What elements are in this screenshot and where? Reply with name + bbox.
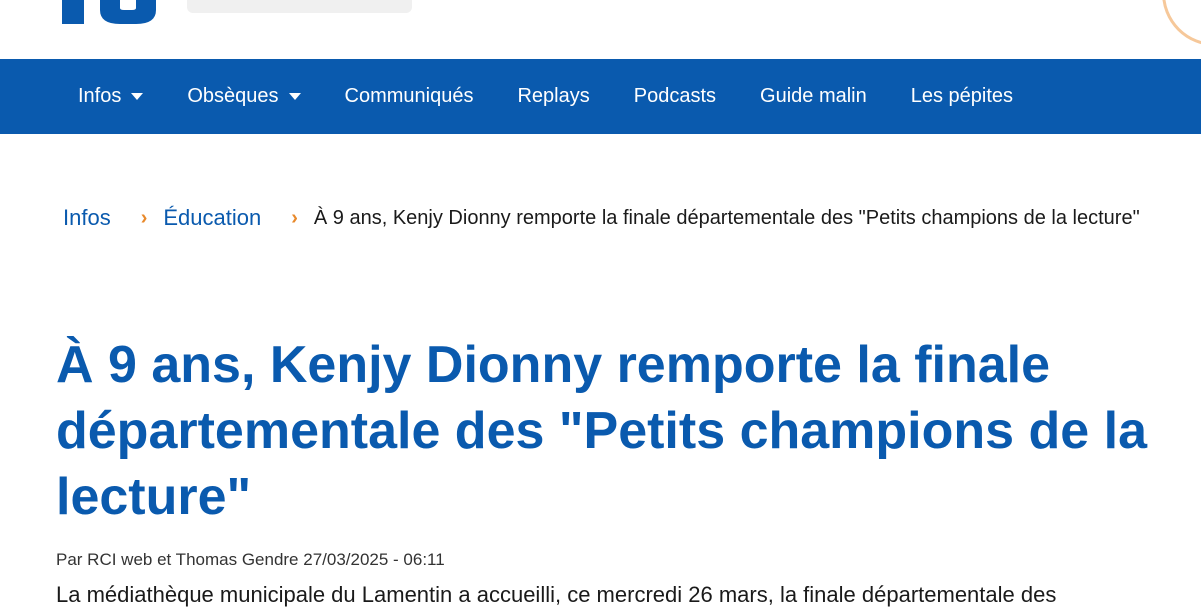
nav-item-label: Les pépites (910, 85, 1014, 107)
chevron-right-icon: › (291, 206, 298, 229)
breadcrumb-current: À 9 ans, Kenjy Dionny remporte la finale… (313, 207, 1140, 229)
search-input[interactable] (187, 0, 412, 13)
nav-item-communiques[interactable]: Communiqués (323, 59, 496, 134)
site-logo-icon[interactable] (60, 0, 160, 30)
nav-item-replays[interactable]: Replays (495, 59, 611, 134)
article-byline: Par RCI web et Thomas Gendre 27/03/2025 … (56, 550, 445, 569)
nav-item-label: Obsèques (187, 85, 279, 107)
main-nav: Infos Obsèques Communiqués Replays Podca… (0, 59, 1201, 134)
nav-item-les-pepites[interactable]: Les pépites (889, 59, 1035, 134)
caret-down-icon (288, 93, 301, 100)
nav-item-podcasts[interactable]: Podcasts (612, 59, 738, 134)
nav-item-infos[interactable]: Infos (56, 59, 165, 134)
article-intro: La médiathèque municipale du Lamentin a … (56, 582, 1057, 607)
nav-item-label: Guide malin (760, 85, 867, 107)
nav-item-obseques[interactable]: Obsèques (165, 59, 322, 134)
breadcrumb-link-infos[interactable]: Infos (63, 205, 111, 231)
nav-item-label: Communiqués (344, 85, 474, 107)
nav-item-label: Podcasts (633, 85, 717, 107)
breadcrumb-link-education[interactable]: Éducation (163, 205, 261, 231)
nav-item-label: Replays (517, 85, 590, 107)
nav-item-guide-malin[interactable]: Guide malin (738, 59, 889, 134)
site-header (0, 0, 1201, 59)
account-circle-icon[interactable] (1162, 0, 1201, 46)
page-title: À 9 ans, Kenjy Dionny remporte la finale… (56, 336, 1148, 526)
chevron-right-icon: › (140, 206, 148, 229)
nav-item-label: Infos (78, 85, 122, 107)
caret-down-icon (131, 93, 144, 100)
breadcrumb: Infos › Éducation › À 9 ans, Kenjy Dionn… (63, 205, 1183, 231)
